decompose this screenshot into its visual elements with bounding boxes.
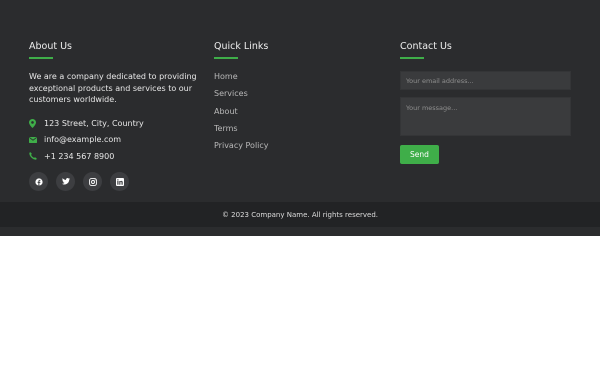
linkedin-icon[interactable]: [110, 172, 129, 192]
link-privacy-policy[interactable]: Privacy Policy: [214, 141, 269, 150]
map-marker-icon: [29, 119, 44, 129]
email-text: info@example.com: [44, 135, 122, 145]
quick-links-list: Home Services About Terms Privacy Policy: [214, 71, 364, 157]
quick-links-section: Quick Links Home Services About Terms Pr…: [214, 34, 364, 157]
social-links: [29, 172, 199, 192]
about-section: About Us We are a company dedicated to p…: [29, 34, 199, 192]
about-title-underline: [29, 57, 53, 59]
address-row: 123 Street, City, Country: [29, 116, 199, 132]
phone-icon: [29, 152, 44, 160]
copyright-text: © 2023 Company Name. All rights reserved…: [221, 210, 379, 219]
site-footer: About Us We are a company dedicated to p…: [0, 0, 600, 236]
contact-section: Contact Us Send: [400, 34, 572, 164]
quick-links-title: Quick Links: [214, 41, 269, 52]
email-input[interactable]: [400, 71, 571, 90]
phone-row: +1 234 567 8900: [29, 148, 199, 164]
link-terms[interactable]: Terms: [214, 124, 238, 133]
email-row: info@example.com: [29, 132, 199, 148]
phone-text: +1 234 567 8900: [44, 151, 115, 161]
quick-links-title-underline: [214, 57, 238, 59]
facebook-icon[interactable]: [29, 172, 48, 192]
about-title: About Us: [29, 41, 73, 52]
link-services[interactable]: Services: [214, 89, 248, 98]
contact-title-underline: [400, 57, 424, 59]
send-button[interactable]: Send: [400, 145, 439, 164]
message-textarea[interactable]: [400, 97, 571, 136]
about-text: We are a company dedicated to providing …: [29, 72, 197, 104]
contact-title: Contact Us: [400, 41, 452, 52]
instagram-icon[interactable]: [83, 172, 102, 192]
link-about[interactable]: About: [214, 107, 238, 116]
address-text: 123 Street, City, Country: [44, 119, 144, 129]
link-home[interactable]: Home: [214, 72, 238, 81]
twitter-icon[interactable]: [56, 172, 75, 192]
copyright-bar: © 2023 Company Name. All rights reserved…: [0, 202, 600, 227]
envelope-icon: [29, 136, 44, 143]
